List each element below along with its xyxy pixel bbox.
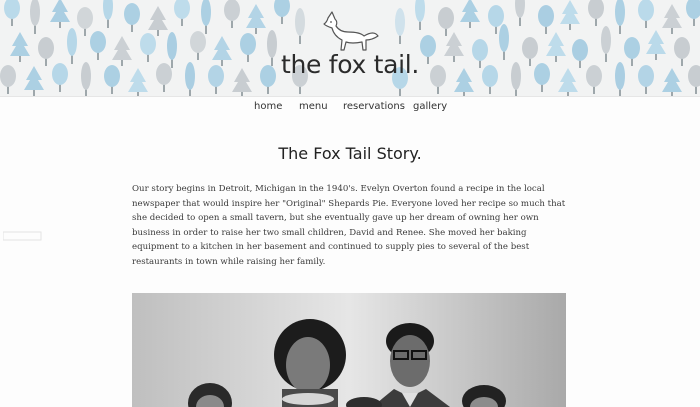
family-photo-image [132,293,566,407]
nav-menu[interactable]: menu [299,97,328,117]
story-paragraph: Our story begins in Detroit, Michigan in… [132,184,566,267]
header-banner: the fox tail. [0,0,700,97]
faded-image-icon [2,231,42,241]
page-title: The Fox Tail Story. [278,144,422,163]
family-photo [132,293,566,407]
nav-reservations[interactable]: reservations [343,97,405,117]
side-thumbnail [2,231,43,241]
fox-icon [323,11,379,51]
nav-gallery[interactable]: gallery [413,97,447,117]
main-nav: home menu reservations gallery [0,97,700,117]
site-title[interactable]: the fox tail. [0,50,700,79]
brand[interactable]: the fox tail. [0,0,700,96]
nav-home[interactable]: home [254,97,282,117]
